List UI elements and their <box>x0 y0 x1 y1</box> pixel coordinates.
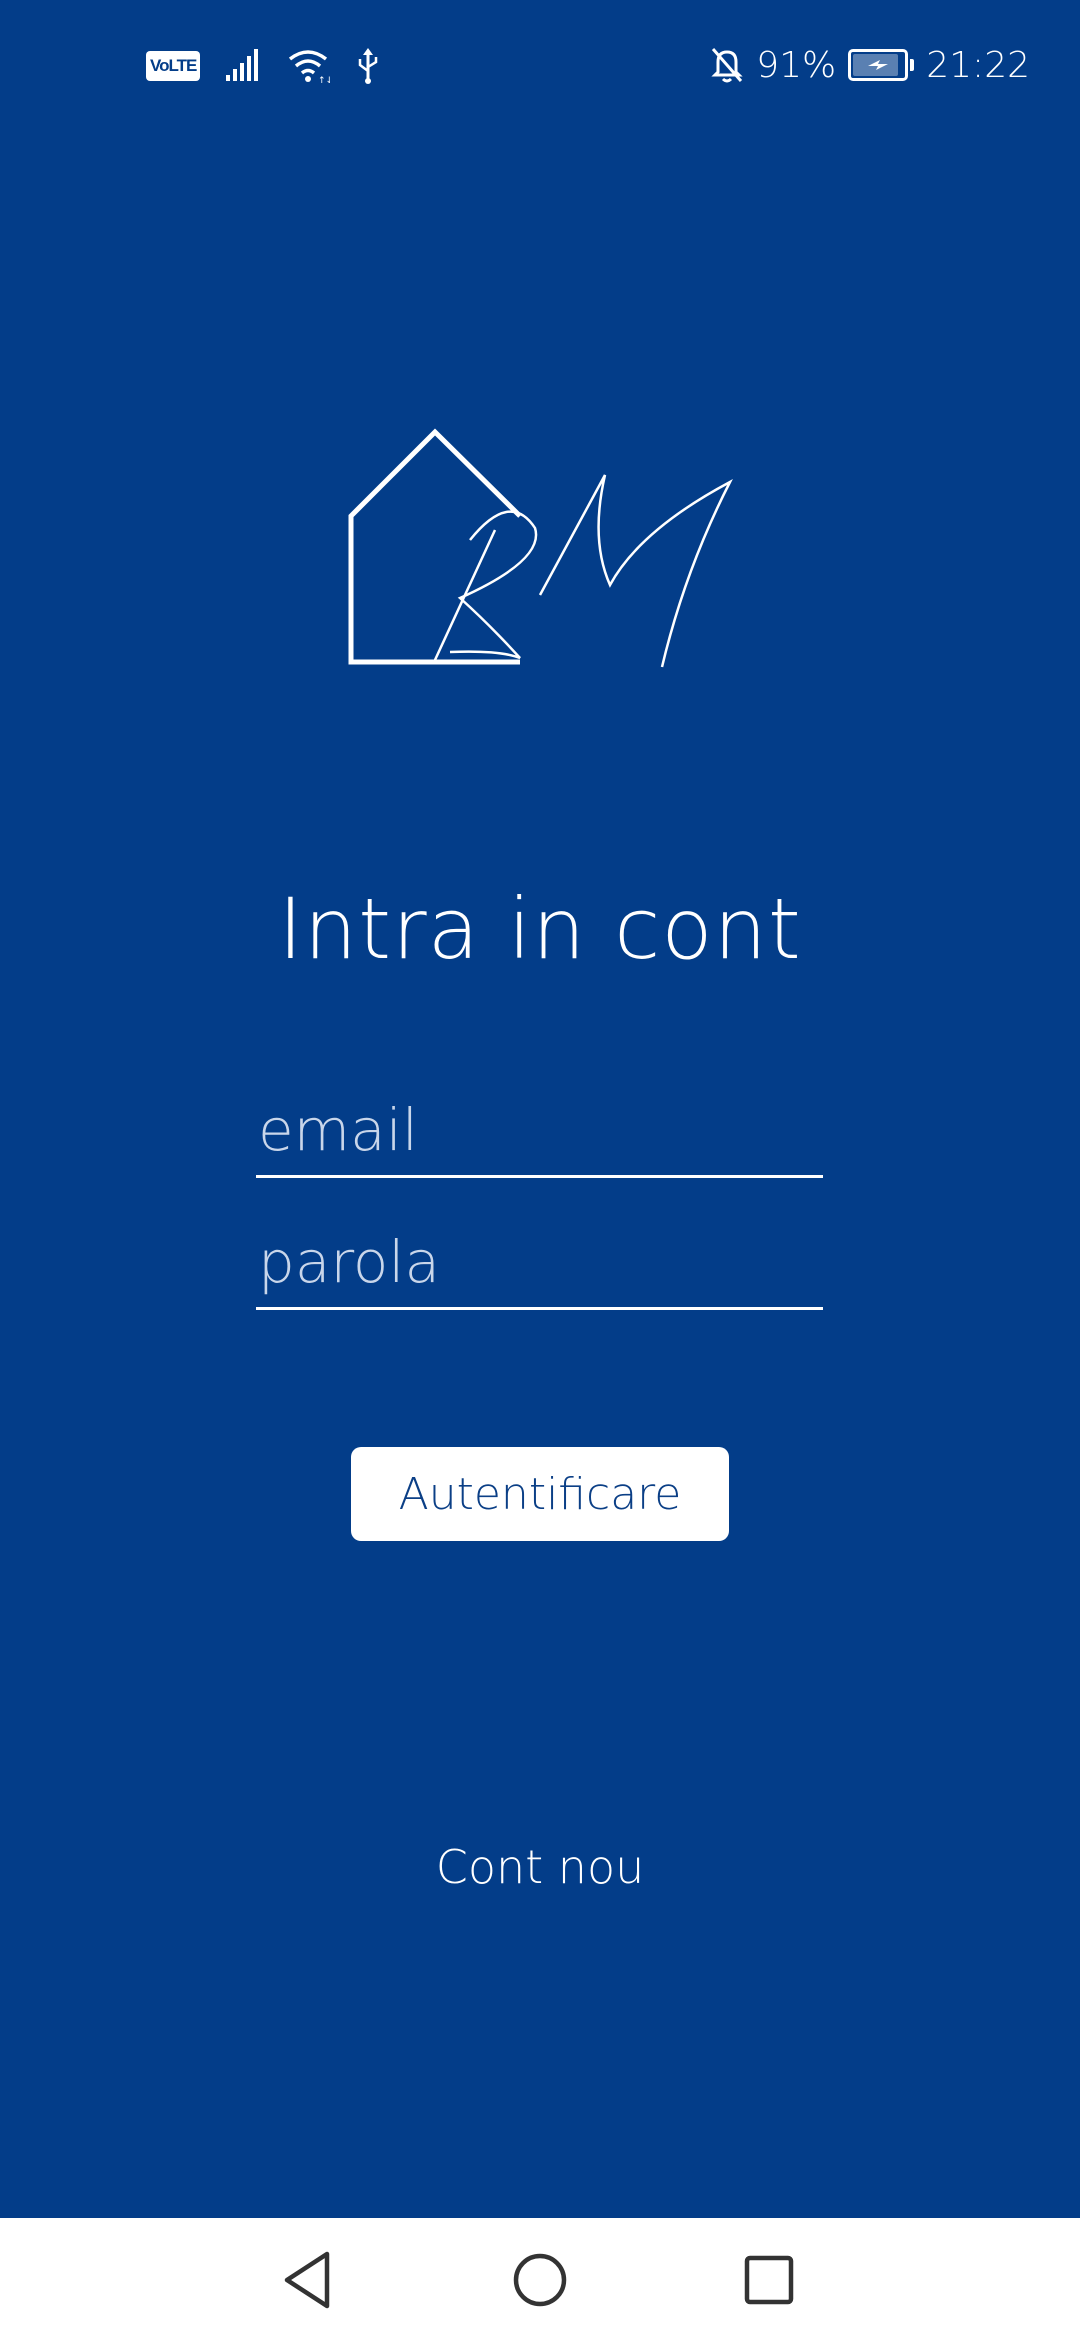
email-field-container <box>256 1085 823 1178</box>
home-icon[interactable] <box>508 2248 572 2312</box>
password-field[interactable] <box>256 1217 823 1307</box>
email-field[interactable] <box>256 1085 823 1175</box>
login-button-label: Autentificare <box>398 1468 682 1520</box>
battery-icon <box>848 49 915 81</box>
status-bar-left: VoLTE ↑↓ <box>146 44 380 88</box>
status-bar: VoLTE ↑↓ 91% 21:22 <box>0 0 1080 130</box>
battery-percent: 91% <box>756 44 837 86</box>
status-bar-right: 91% 21:22 <box>710 40 1030 90</box>
charging-bolt-icon <box>868 60 889 70</box>
back-icon[interactable] <box>277 2248 341 2312</box>
system-nav-bar <box>0 2218 1080 2340</box>
wifi-icon: ↑↓ <box>289 50 330 83</box>
bell-off-icon <box>711 48 743 83</box>
login-button[interactable]: Autentificare <box>351 1447 729 1541</box>
signal-bars-icon <box>226 49 259 81</box>
page-title: Intra in cont <box>278 880 802 978</box>
recents-icon[interactable] <box>737 2248 801 2312</box>
house-logo-icon <box>340 420 740 680</box>
new-account-link[interactable]: Cont nou <box>0 1840 1080 1894</box>
volte-badge: VoLTE <box>146 51 201 81</box>
password-field-container <box>256 1217 823 1310</box>
svg-text:↑↓: ↑↓ <box>318 76 330 83</box>
clock: 21:22 <box>926 44 1030 86</box>
usb-icon <box>359 48 378 84</box>
